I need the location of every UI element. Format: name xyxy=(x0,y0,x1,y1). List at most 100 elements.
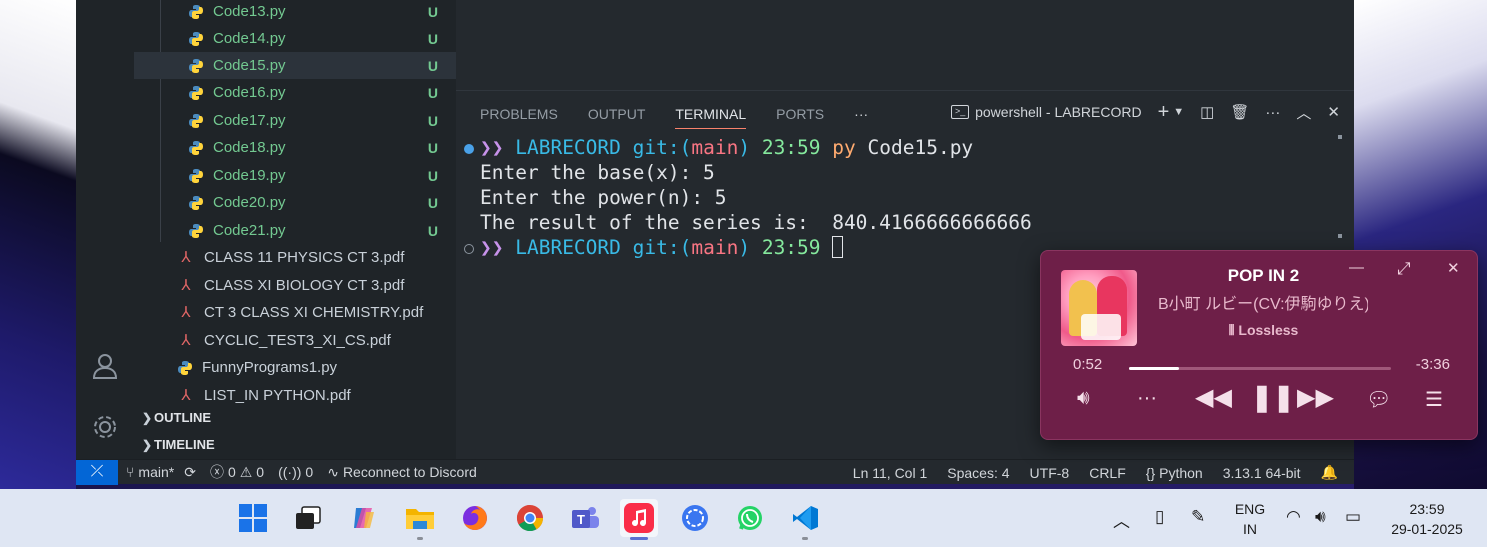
signal-icon[interactable] xyxy=(676,499,714,537)
whatsapp-icon[interactable] xyxy=(731,499,769,537)
file-item[interactable]: Code14.py U xyxy=(134,25,456,52)
problems-status[interactable]: ⓧ 0 ⚠ 0 xyxy=(210,462,264,482)
discord-label: Reconnect to Discord xyxy=(342,464,477,480)
ports-count: 0 xyxy=(305,464,314,480)
expand-icon[interactable]: ⤢ xyxy=(1397,259,1411,279)
remote-icon[interactable]: ⤫ xyxy=(76,459,118,485)
language-label: Python xyxy=(1159,464,1203,481)
language-mode[interactable]: {} Python xyxy=(1146,465,1203,481)
encoding[interactable]: UTF-8 xyxy=(1030,465,1070,481)
lossless-icon: ⫴ xyxy=(1228,322,1235,338)
windows-start-icon[interactable] xyxy=(234,499,272,537)
python-interpreter[interactable]: 3.13.1 64-bit xyxy=(1223,465,1301,481)
firefox-icon[interactable] xyxy=(456,499,494,537)
battery-icon[interactable]: ▭ xyxy=(1345,507,1361,527)
terminal-line: Enter the base(x): 5 xyxy=(480,161,715,184)
prompt-git-end: ) xyxy=(738,236,751,259)
file-item[interactable]: Code21.py U xyxy=(134,217,456,244)
outline-section[interactable]: ❯ OUTLINE xyxy=(134,404,456,431)
file-item[interactable]: Code18.py U xyxy=(134,134,456,161)
file-item[interactable]: ⅄ CYCLIC_TEST3_XI_CS.pdf xyxy=(134,327,456,354)
progress-track[interactable] xyxy=(1129,367,1391,370)
command-success-dot[interactable] xyxy=(464,144,474,154)
file-item[interactable]: Code13.py U xyxy=(134,0,456,25)
terminal-line-command: ❯❯ LABRECORD git:(main) 23:59 py Code15.… xyxy=(480,135,973,160)
pdf-file-icon: ⅄ xyxy=(181,331,191,349)
braces-icon: {} xyxy=(1145,464,1156,481)
minimize-icon[interactable]: — xyxy=(1349,259,1364,276)
language-indicator[interactable]: ENG IN xyxy=(1232,499,1268,539)
line-ending[interactable]: CRLF xyxy=(1089,465,1126,481)
vscode-icon[interactable] xyxy=(786,499,824,540)
file-item[interactable]: Code20.py U xyxy=(134,189,456,216)
timeline-section[interactable]: ❯ TIMELINE xyxy=(134,431,456,458)
python-file-icon xyxy=(189,4,203,19)
file-name: Code13.py xyxy=(213,3,286,20)
file-item[interactable]: Code16.py U xyxy=(134,79,456,106)
file-item[interactable]: ⅄ CLASS 11 PHYSICS CT 3.pdf xyxy=(134,244,456,271)
more-options-icon[interactable]: ··· xyxy=(1137,387,1157,410)
discord-status[interactable]: ∿ Reconnect to Discord xyxy=(327,464,477,481)
next-track-icon[interactable]: ▶▶ xyxy=(1297,383,1334,412)
volume-icon[interactable]: 🔊︎ xyxy=(1315,507,1326,527)
more-actions-button[interactable]: ··· xyxy=(854,96,868,128)
command-pending-dot xyxy=(464,244,474,254)
tab-output[interactable]: OUTPUT xyxy=(588,96,646,128)
split-terminal-icon[interactable]: ◫ xyxy=(1200,103,1214,121)
chevron-up-icon[interactable]: ︿ xyxy=(1113,507,1130,532)
new-terminal-button[interactable]: + xyxy=(1158,101,1170,124)
maximize-panel-icon[interactable]: ︿ xyxy=(1296,102,1311,123)
tab-ports[interactable]: PORTS xyxy=(776,96,824,128)
tab-terminal[interactable]: TERMINAL xyxy=(675,96,747,129)
terminal-selector[interactable]: >_ powershell - LABRECORD xyxy=(951,104,1142,120)
file-item[interactable]: ⅄ CLASS XI BIOLOGY CT 3.pdf xyxy=(134,272,456,299)
file-explorer-icon[interactable] xyxy=(401,499,439,540)
queue-list-icon[interactable]: ☰ xyxy=(1425,387,1443,412)
gear-icon[interactable] xyxy=(90,413,120,443)
editor-area xyxy=(456,0,1354,90)
more-icon[interactable]: ··· xyxy=(1265,104,1280,121)
close-icon[interactable]: ✕ xyxy=(1447,259,1460,277)
copilot-icon[interactable] xyxy=(345,499,383,537)
chevron-down-icon[interactable]: ▼ xyxy=(1173,106,1184,118)
branch-status[interactable]: ⑂ main* ⟳ xyxy=(126,464,196,481)
svg-text:T: T xyxy=(577,512,585,527)
file-name: CLASS XI BIOLOGY CT 3.pdf xyxy=(204,277,405,294)
usb-drive-icon[interactable]: ▯ xyxy=(1155,507,1164,527)
pen-icon[interactable]: ✎ xyxy=(1191,507,1205,527)
previous-track-icon[interactable]: ◀◀ xyxy=(1195,383,1232,412)
wifi-icon[interactable]: ◠ xyxy=(1286,507,1301,527)
file-name: LIST_IN PYTHON.pdf xyxy=(204,387,351,404)
close-panel-icon[interactable]: ✕ xyxy=(1327,103,1340,121)
python-file-icon xyxy=(189,168,203,183)
tab-problems[interactable]: PROBLEMS xyxy=(480,96,558,128)
indentation[interactable]: Spaces: 4 xyxy=(947,465,1009,481)
account-icon[interactable] xyxy=(90,352,120,382)
file-item-selected[interactable]: Code15.py U xyxy=(134,52,456,79)
terminal-line: Enter the power(n): 5 xyxy=(480,186,727,209)
album-artwork xyxy=(1061,270,1137,346)
file-item[interactable]: ⅄ CT 3 CLASS XI CHEMISTRY.pdf xyxy=(134,299,456,326)
branch-icon: ⑂ xyxy=(126,464,135,480)
file-item[interactable]: Code19.py U xyxy=(134,162,456,189)
trash-icon[interactable]: 🗑 xyxy=(1230,103,1249,121)
bell-icon[interactable]: 🔔 xyxy=(1321,464,1338,481)
file-item[interactable]: ⅄ LIST_IN PYTHON.pdf xyxy=(134,382,456,405)
task-view-icon[interactable] xyxy=(289,499,327,537)
apple-music-icon[interactable] xyxy=(620,499,658,540)
file-item[interactable]: Code17.py U xyxy=(134,107,456,134)
clock[interactable]: 23:59 29-01-2025 xyxy=(1382,499,1472,539)
cursor-position[interactable]: Ln 11, Col 1 xyxy=(853,465,927,481)
teams-icon[interactable]: T xyxy=(566,499,604,537)
progress-fill xyxy=(1129,367,1179,370)
file-item[interactable]: FunnyPrograms1.py xyxy=(134,354,456,381)
panel-tabs: PROBLEMS OUTPUT TERMINAL PORTS ··· xyxy=(456,91,898,133)
pause-icon[interactable]: ❚❚ xyxy=(1251,382,1295,413)
untracked-badge: U xyxy=(427,84,438,101)
pdf-file-icon: ⅄ xyxy=(181,248,191,266)
running-indicator xyxy=(417,537,423,540)
ports-status[interactable]: ((·)) 0 xyxy=(278,464,313,480)
chrome-icon[interactable] xyxy=(511,499,549,537)
volume-icon[interactable]: 🔊︎ xyxy=(1077,387,1090,410)
lyrics-icon[interactable]: 💬︎ xyxy=(1366,387,1391,412)
